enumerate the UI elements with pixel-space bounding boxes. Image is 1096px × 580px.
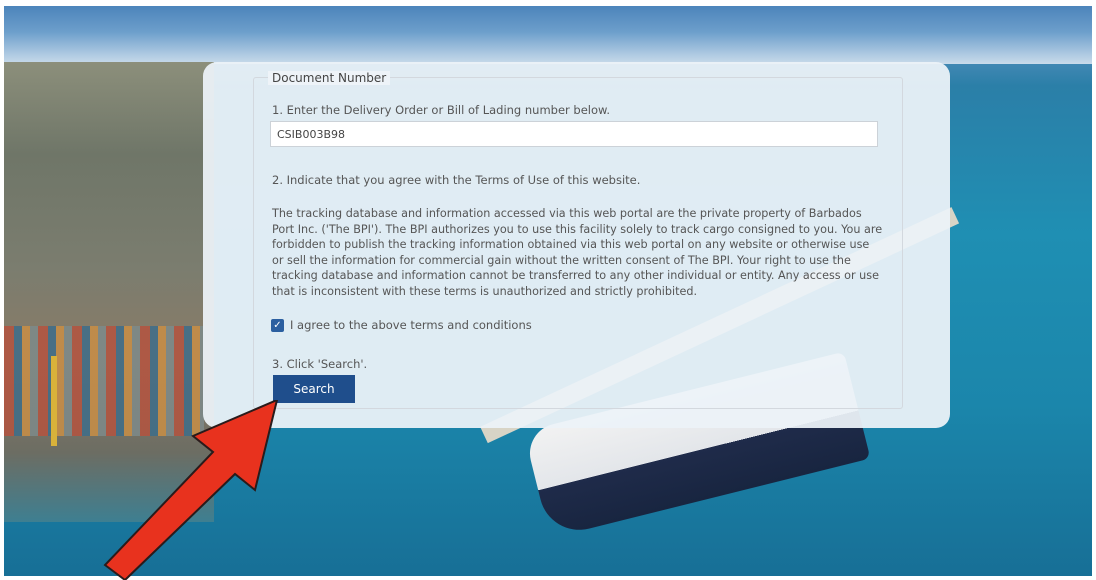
- check-icon: ✓: [273, 319, 282, 331]
- agree-label: I agree to the above terms and condition…: [290, 318, 532, 332]
- terms-text: The tracking database and information ac…: [272, 207, 883, 298]
- agree-checkbox[interactable]: ✓: [271, 318, 284, 332]
- step-2-label: 2. Indicate that you agree with the Term…: [272, 173, 641, 187]
- crane: [24, 356, 84, 446]
- document-number-input[interactable]: [270, 121, 878, 147]
- step-1-label: 1. Enter the Delivery Order or Bill of L…: [272, 103, 611, 117]
- fieldset-legend: Document Number: [268, 71, 391, 85]
- agree-row[interactable]: ✓ I agree to the above terms and conditi…: [271, 317, 532, 333]
- red-arrow-icon: [103, 400, 279, 580]
- step-3-label: 3. Click 'Search'.: [272, 357, 368, 371]
- sky: [4, 6, 1092, 64]
- search-button[interactable]: Search: [273, 375, 355, 403]
